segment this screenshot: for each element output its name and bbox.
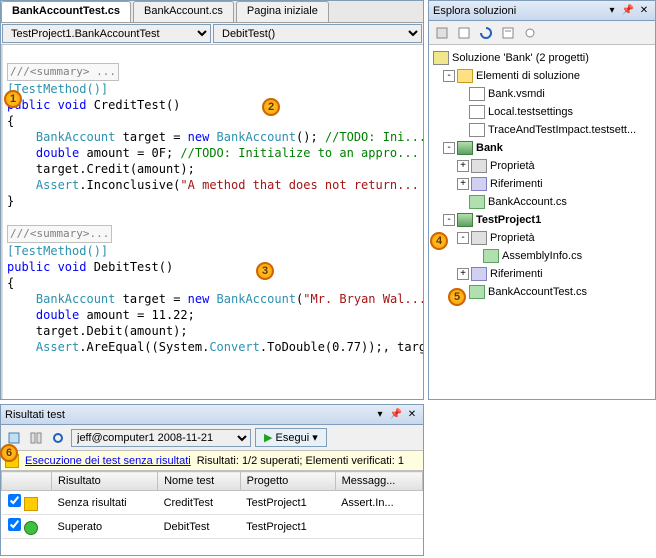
file-icon bbox=[469, 123, 485, 137]
tab-bankaccount[interactable]: BankAccount.cs bbox=[133, 1, 234, 22]
references-icon bbox=[471, 267, 487, 281]
class-navigator[interactable]: TestProject1.BankAccountTest bbox=[2, 24, 211, 43]
callout-badge-5: 5 bbox=[448, 288, 466, 306]
file-local-testsettings[interactable]: Local.testsettings bbox=[433, 103, 651, 121]
cs-file-icon bbox=[469, 285, 485, 299]
expand-icon[interactable]: + bbox=[457, 178, 469, 190]
solution-toolbar bbox=[429, 21, 655, 45]
callout-badge-6: 6 bbox=[0, 444, 18, 462]
table-row[interactable]: SuperatoDebitTestTestProject1 bbox=[2, 515, 423, 539]
results-toolbar: jeff@computer1 2008-11-21 ▶ Esegui ▾ bbox=[1, 425, 423, 451]
results-status-bar: Esecuzione dei test senza risultati Risu… bbox=[1, 451, 423, 471]
callout-badge-3: 3 bbox=[256, 262, 274, 280]
project-bank[interactable]: -Bank bbox=[433, 139, 651, 157]
col-result[interactable]: Risultato bbox=[52, 472, 158, 491]
solution-explorer-header: Esplora soluzioni ▾ 📌 ✕ bbox=[429, 1, 655, 21]
show-all-icon[interactable] bbox=[455, 24, 473, 42]
folder-icon bbox=[457, 69, 473, 83]
solution-root[interactable]: Soluzione 'Bank' (2 progetti) bbox=[433, 49, 651, 67]
group-icon[interactable] bbox=[27, 429, 45, 447]
tab-bankaccounttest[interactable]: BankAccountTest.cs bbox=[1, 1, 131, 22]
references-node[interactable]: +Riferimenti bbox=[433, 175, 651, 193]
refresh-icon[interactable] bbox=[477, 24, 495, 42]
callout-badge-4: 4 bbox=[430, 232, 448, 250]
properties-icon bbox=[471, 231, 487, 245]
col-testname[interactable]: Nome test bbox=[158, 472, 241, 491]
pin-icon[interactable]: 📌 bbox=[389, 408, 403, 422]
pass-icon bbox=[24, 521, 38, 535]
cs-file-icon bbox=[483, 249, 499, 263]
collapse-icon[interactable]: - bbox=[443, 70, 455, 82]
callout-badge-2: 2 bbox=[262, 98, 280, 116]
dropdown-icon[interactable]: ▾ bbox=[373, 408, 387, 422]
collapse-icon[interactable]: - bbox=[443, 214, 455, 226]
row-checkbox[interactable] bbox=[8, 494, 21, 507]
file-bank-vsmdi[interactable]: Bank.vsmdi bbox=[433, 85, 651, 103]
summary-collapsed[interactable]: ///<summary> ... bbox=[7, 63, 119, 81]
code-editor[interactable]: ///<summary> ... [TestMethod()] public v… bbox=[1, 45, 423, 399]
row-checkbox[interactable] bbox=[8, 518, 21, 531]
test-run-selector[interactable]: jeff@computer1 2008-11-21 bbox=[71, 429, 251, 447]
cs-file-icon bbox=[469, 195, 485, 209]
collapse-icon[interactable]: - bbox=[457, 232, 469, 244]
inconclusive-icon bbox=[24, 497, 38, 511]
file-trace-testsettings[interactable]: TraceAndTestImpact.testsett... bbox=[433, 121, 651, 139]
tab-startpage[interactable]: Pagina iniziale bbox=[236, 1, 329, 22]
solution-items-folder[interactable]: -Elementi di soluzione bbox=[433, 67, 651, 85]
results-summary: Risultati: 1/2 superati; Elementi verifi… bbox=[197, 455, 404, 467]
code-content[interactable]: ///<summary> ... [TestMethod()] public v… bbox=[3, 45, 423, 399]
references-node[interactable]: +Riferimenti bbox=[433, 265, 651, 283]
refresh-icon[interactable] bbox=[49, 429, 67, 447]
csproj-icon bbox=[457, 141, 473, 155]
view-designer-icon[interactable] bbox=[521, 24, 539, 42]
outline-column bbox=[2, 45, 3, 399]
col-project[interactable]: Progetto bbox=[240, 472, 335, 491]
file-icon bbox=[469, 87, 485, 101]
file-bankaccount-cs[interactable]: BankAccount.cs bbox=[433, 193, 651, 211]
editor-tabs: BankAccountTest.cs BankAccount.cs Pagina… bbox=[1, 1, 423, 23]
solution-tree: Soluzione 'Bank' (2 progetti) -Elementi … bbox=[429, 45, 655, 399]
results-table: Risultato Nome test Progetto Messagg... … bbox=[1, 471, 423, 555]
properties-node[interactable]: +Proprietà bbox=[433, 157, 651, 175]
solution-icon bbox=[433, 51, 449, 65]
results-title: Risultati test bbox=[5, 409, 371, 421]
close-icon[interactable]: ✕ bbox=[405, 408, 419, 422]
pin-icon[interactable]: 📌 bbox=[621, 4, 635, 18]
properties-node[interactable]: -Proprietà bbox=[433, 229, 651, 247]
dropdown-icon[interactable]: ▾ bbox=[605, 4, 619, 18]
col-message[interactable]: Messagg... bbox=[335, 472, 422, 491]
project-testproject1[interactable]: -TestProject1 bbox=[433, 211, 651, 229]
file-icon bbox=[469, 105, 485, 119]
run-button[interactable]: ▶ Esegui ▾ bbox=[255, 428, 327, 447]
results-status-link[interactable]: Esecuzione dei test senza risultati bbox=[25, 455, 191, 467]
references-icon bbox=[471, 177, 487, 191]
csproj-icon bbox=[457, 213, 473, 227]
summary-collapsed[interactable]: ///<summary>... bbox=[7, 225, 112, 243]
collapse-icon[interactable]: - bbox=[443, 142, 455, 154]
properties-icon[interactable] bbox=[433, 24, 451, 42]
file-assemblyinfo-cs[interactable]: AssemblyInfo.cs bbox=[433, 247, 651, 265]
callout-badge-1: 1 bbox=[4, 90, 22, 108]
solution-explorer-title: Esplora soluzioni bbox=[433, 5, 603, 17]
expand-icon[interactable]: + bbox=[457, 160, 469, 172]
expand-icon[interactable]: + bbox=[457, 268, 469, 280]
method-navigator[interactable]: DebitTest() bbox=[213, 24, 422, 43]
table-row[interactable]: Senza risultatiCreditTestTestProject1Ass… bbox=[2, 491, 423, 515]
close-icon[interactable]: ✕ bbox=[637, 4, 651, 18]
properties-icon bbox=[471, 159, 487, 173]
results-header: Risultati test ▾ 📌 ✕ bbox=[1, 405, 423, 425]
col-checkbox[interactable] bbox=[2, 472, 52, 491]
view-code-icon[interactable] bbox=[499, 24, 517, 42]
